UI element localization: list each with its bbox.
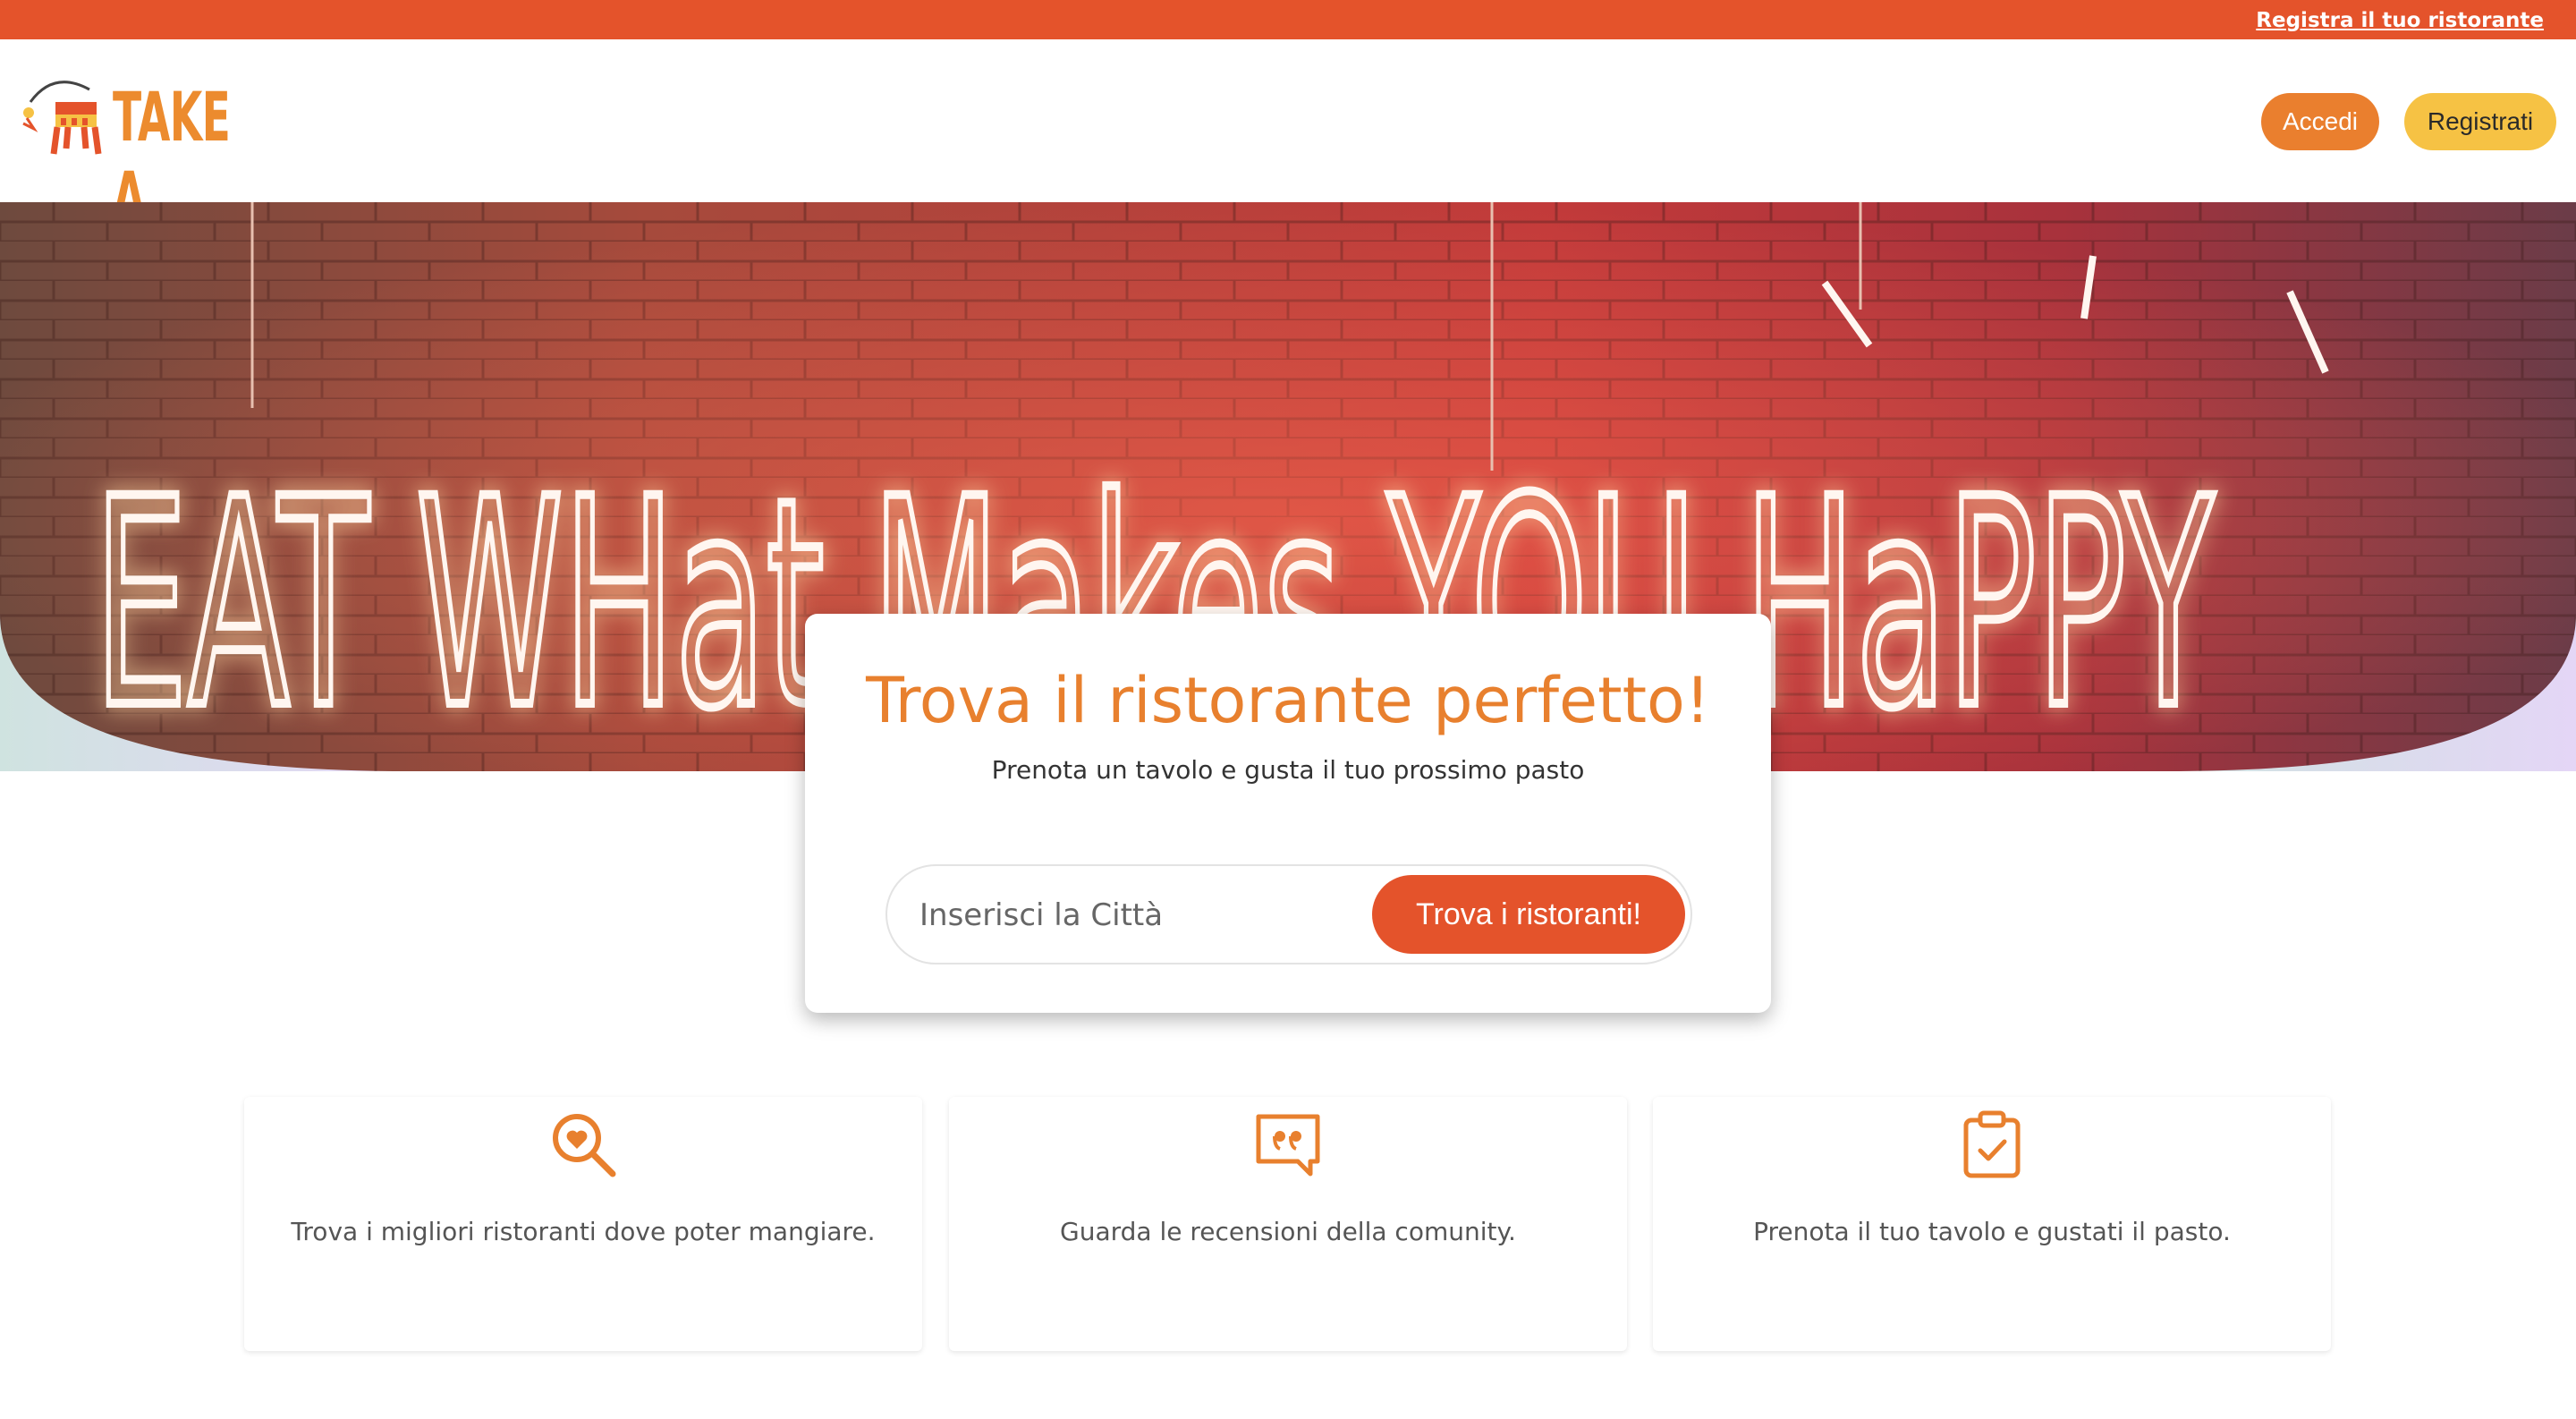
feature-text-reviews: Guarda le recensioni della comunity. [1060,1217,1516,1246]
search-box: Trova i ristoranti! [886,864,1692,964]
feature-card-book: Prenota il tuo tavolo e gustati il pasto… [1653,1097,2331,1351]
search-subtitle: Prenota un tavolo e gusta il tuo prossim… [991,755,1585,785]
quote-bubble-icon [1256,1114,1320,1177]
feature-text-book: Prenota il tuo tavolo e gustati il pasto… [1753,1217,2231,1246]
login-button[interactable]: Accedi [2261,93,2379,150]
city-search-input[interactable] [919,889,1349,941]
top-bar: Registra il tuo ristorante [0,0,2576,39]
register-restaurant-link[interactable]: Registra il tuo ristorante [2256,9,2544,32]
find-restaurants-button[interactable]: Trova i ristoranti! [1372,875,1685,954]
feature-card-find: Trova i migliori ristoranti dove poter m… [244,1097,922,1351]
feature-text-find: Trova i migliori ristoranti dove poter m… [291,1217,876,1246]
chair-logo-icon [22,81,102,155]
clipboard-check-icon [1963,1110,2021,1178]
search-heart-icon [553,1114,616,1177]
search-card: Trova il ristorante perfetto! Prenota un… [805,614,1771,1013]
register-button[interactable]: Registrati [2404,93,2556,150]
logo[interactable]: TAKE A SIT [18,66,295,316]
feature-card-reviews: Guarda le recensioni della comunity. [949,1097,1627,1351]
header: TAKE A SIT Accedi Registrati [0,39,2576,316]
search-title: Trova il ristorante perfetto! [866,664,1710,737]
